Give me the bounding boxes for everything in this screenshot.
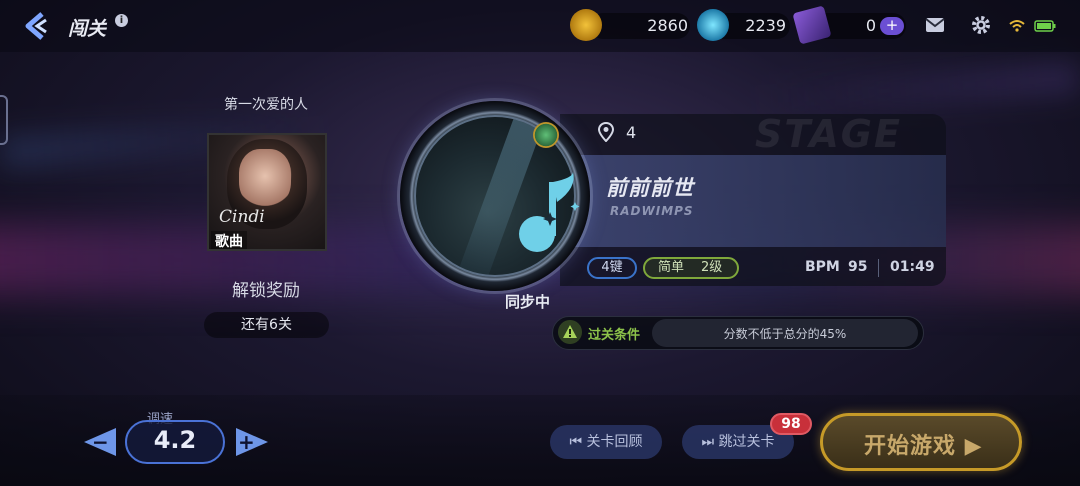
panel-background-text: STAGE	[755, 112, 902, 156]
start-game-label: 开始游戏 ▶	[864, 434, 983, 459]
review-icon: ⏮	[569, 434, 587, 450]
music-note-icon	[519, 172, 580, 252]
location-number: 4	[626, 123, 637, 142]
unlock-reward-title: 解锁奖励	[232, 281, 300, 301]
location-pin-icon	[598, 122, 614, 142]
game-stage-screen: 闯关 i 2860 2239 0 + 第一次爱的人 Cindi 歌曲 解锁奖励 …	[0, 0, 1080, 486]
music-coin-value: 2860	[647, 16, 688, 35]
plus-icon: +	[238, 430, 255, 454]
music-coin-icon	[570, 9, 602, 41]
difficulty-label: 简单	[658, 260, 685, 275]
add-ticket-button[interactable]: +	[880, 17, 904, 35]
info-icon[interactable]: i	[115, 14, 128, 27]
mail-icon[interactable]	[924, 14, 946, 36]
song-title: 前前前世	[606, 176, 694, 200]
song-artist: RADWIMPS	[610, 204, 694, 218]
pass-condition-label: 过关条件	[588, 328, 641, 343]
divider	[878, 259, 879, 277]
minus-icon: −	[92, 430, 109, 454]
stage-review-button[interactable]: ⏮ 关卡回顾	[550, 425, 662, 459]
warning-icon	[558, 320, 582, 344]
key-mode-badge: 4键	[587, 257, 637, 279]
speed-value: 4.2	[153, 426, 197, 454]
difficulty-level: 2级	[701, 260, 723, 275]
side-drawer-tab[interactable]	[0, 95, 8, 145]
bpm-value: 95	[848, 259, 868, 275]
remaining-stages-pill: 还有6关	[204, 312, 329, 338]
battery-icon	[1034, 20, 1056, 32]
gear-icon[interactable]	[970, 14, 992, 36]
wifi-icon	[1009, 20, 1025, 32]
skip-count-badge: 98	[770, 413, 812, 435]
album-cover[interactable]: Cindi 歌曲	[207, 133, 327, 251]
skip-icon: ⏭	[701, 434, 719, 450]
diamond-icon	[697, 9, 729, 41]
album-type-tag: 歌曲	[211, 231, 247, 249]
sync-status: 同步中	[505, 293, 551, 311]
top-bar	[0, 0, 1080, 52]
bpm-label: BPM	[805, 259, 840, 275]
page-title: 闯关	[68, 18, 107, 40]
skip-stage-label: 跳过关卡	[718, 434, 775, 450]
difficulty-badge: 简单 2级	[643, 257, 739, 279]
album-brand-text: Cindi	[219, 207, 265, 227]
ticket-value: 0	[865, 16, 876, 35]
reward-song-name: 第一次爱的人	[224, 97, 308, 113]
pass-condition-text: 分数不低于总分的45%	[723, 327, 847, 341]
back-icon[interactable]	[22, 12, 50, 40]
coin-badge-icon	[533, 122, 559, 148]
song-duration: 01:49	[890, 259, 935, 275]
diamond-value: 2239	[745, 16, 786, 35]
album-portrait-face	[239, 149, 291, 209]
stage-review-label: 关卡回顾	[586, 434, 643, 450]
